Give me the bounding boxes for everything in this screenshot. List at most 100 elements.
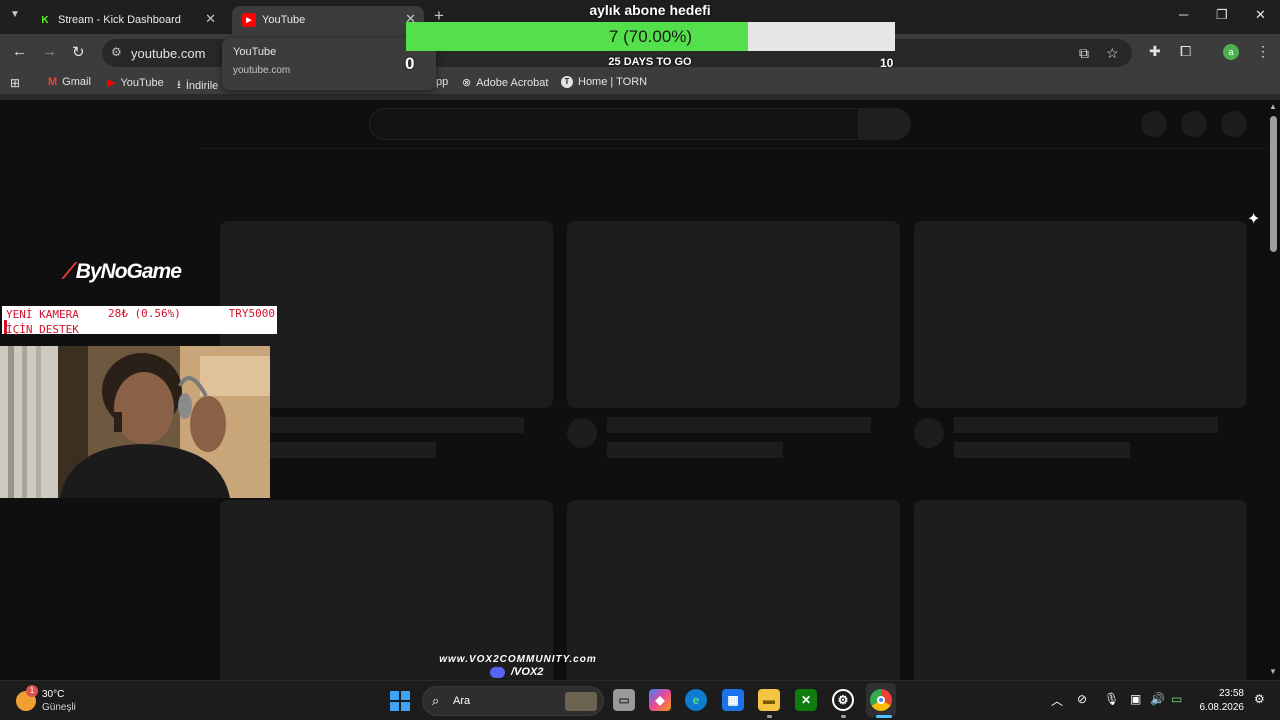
clock-date[interactable]: 6.08.2026 (1194, 702, 1245, 713)
volume-icon[interactable]: 🔊 (1150, 692, 1165, 706)
site-info-icon[interactable]: ⚙ (111, 45, 122, 59)
video-meta-placeholder (270, 442, 436, 458)
donation-goal-amount: 28₺ (0.56%) (108, 307, 181, 320)
taskbar-search[interactable]: ⌕ Ara (422, 686, 604, 716)
store-icon[interactable]: ▦ (722, 689, 744, 711)
webcam-feed (0, 346, 270, 498)
acrobat-icon: ⊗ (462, 77, 472, 89)
scroll-down-icon[interactable]: ▼ (1269, 667, 1277, 676)
torn-icon: T (561, 76, 573, 88)
reload-icon[interactable]: ↻ (72, 43, 85, 61)
install-app-icon[interactable]: ⧉ (1079, 45, 1089, 62)
bookmark-downloads[interactable]: ⭳ İndirile (177, 76, 218, 95)
profile-avatar[interactable]: a (1223, 44, 1239, 60)
minimize-icon[interactable]: ─ (1179, 7, 1188, 22)
bookmark-label: YouTube (120, 76, 164, 89)
tray-overflow-icon[interactable]: ︿ (1051, 692, 1063, 709)
windows-taskbar: 1 30°C Güneşli ⌕ Ara ▭ ◆ e ▦ ▬ ✕ ⚙ ︿ ⊘ 🎙… (0, 680, 1280, 720)
donation-goal-widget: YENİ KAMERA İÇİN DESTEK 28₺ (0.56%) TRY5… (2, 306, 277, 336)
search-icon: ⌕ (432, 693, 440, 708)
copilot-icon[interactable]: ◆ (649, 689, 671, 711)
network-icon[interactable]: ▣ (1130, 692, 1141, 706)
camera-off-icon[interactable]: ⊘ (1077, 692, 1087, 706)
windows-logo-icon (401, 691, 410, 700)
scroll-up-icon[interactable]: ▲ (1269, 102, 1277, 111)
microphone-icon[interactable]: 🎙 (1104, 692, 1119, 706)
bookmark-torn[interactable]: T Home | TORN (561, 76, 647, 88)
bookmark-adobe-acrobat[interactable]: ⊗ Adobe Acrobat (462, 76, 548, 90)
gmail-icon: M (48, 76, 58, 88)
youtube-icon: ▶ (242, 13, 256, 27)
brand-mark-icon: ⟋ (62, 260, 77, 283)
video-thumbnail-placeholder (567, 500, 900, 680)
donation-goal-target: TRY5000 (228, 307, 275, 320)
start-button[interactable] (390, 691, 410, 711)
tab-close-icon[interactable]: ✕ (205, 11, 216, 27)
video-thumbnail-placeholder (914, 221, 1247, 408)
tab-youtube[interactable]: ▶ YouTube ✕ (232, 6, 424, 34)
tab-search-chevron-icon[interactable]: ▼ (10, 9, 20, 20)
subscriber-goal-bar: 7 (70.00%) (406, 22, 895, 51)
scroll-thumb[interactable] (1270, 116, 1277, 252)
forward-icon[interactable]: → (42, 43, 57, 60)
notifications-icon[interactable]: ⚙ (1254, 692, 1265, 706)
more-menu-icon[interactable]: ⋮ (1256, 43, 1270, 60)
back-icon[interactable]: ← (12, 43, 27, 60)
search-button-placeholder[interactable] (859, 108, 911, 140)
weather-description[interactable]: Güneşli (42, 702, 76, 713)
video-thumbnail-placeholder (914, 500, 1247, 680)
extension-icon[interactable]: ✚ (1149, 43, 1161, 60)
tab-hover-card: YouTube youtube.com (222, 38, 436, 90)
clock-time[interactable]: 23:58 (1200, 688, 1244, 699)
search-label: Ara (453, 695, 471, 707)
bookmark-youtube[interactable]: ▶ YouTube (107, 76, 164, 90)
youtube-icon: ▶ (107, 77, 116, 89)
windows-logo-icon (401, 702, 410, 711)
webcam-image (0, 346, 270, 498)
subscriber-goal-title: aylık abone hedefi (589, 2, 711, 18)
window-close-icon[interactable]: ✕ (1255, 7, 1266, 23)
tab-label: Stream - Kick Dashboard (58, 14, 181, 26)
restore-icon[interactable]: ❐ (1216, 7, 1228, 23)
kick-icon: K (38, 13, 52, 27)
steam-icon[interactable]: ⚙ (832, 689, 854, 711)
video-thumbnail-placeholder (567, 221, 900, 408)
community-url: www.VOX2COMMUNITY.com (439, 654, 597, 665)
page-scrollbar[interactable]: ▲ ▼ (1268, 100, 1280, 680)
file-explorer-icon[interactable]: ▬ (758, 689, 780, 711)
bookmark-star-icon[interactable]: ☆ (1106, 45, 1119, 62)
xbox-icon[interactable]: ✕ (795, 689, 817, 711)
channel-avatar-placeholder (914, 418, 944, 448)
channel-avatar-placeholder (567, 418, 597, 448)
tab-kick-dashboard[interactable]: K Stream - Kick Dashboard ✕ (28, 6, 224, 34)
running-indicator (841, 715, 846, 718)
header-icon-placeholder (1141, 111, 1167, 137)
hover-card-url: youtube.com (233, 65, 291, 76)
download-icon: ⭳ (177, 79, 181, 91)
extensions-puzzle-icon[interactable]: ⧠ (1180, 43, 1191, 60)
tab-label: YouTube (262, 14, 306, 26)
search-input-placeholder[interactable] (369, 108, 859, 140)
apps-grid-icon[interactable]: ⊞ (10, 76, 20, 90)
bookmark-label: Gmail (62, 76, 91, 88)
chrome-icon[interactable] (870, 689, 892, 711)
windows-logo-icon (390, 702, 399, 711)
video-thumbnail-placeholder (220, 500, 553, 680)
running-indicator (876, 715, 892, 718)
brand-logo: ⟋ByNoGame (62, 260, 182, 284)
task-view-icon[interactable]: ▭ (613, 689, 635, 711)
sparkle-icon[interactable]: ✦ (1247, 209, 1260, 229)
bookmark-label: Home | TORN (578, 76, 648, 88)
bookmarks-bar: ⊞ M Gmail ▶ YouTube ⭳ İndirile pp ⊗ Adob… (0, 72, 1280, 94)
address-url[interactable]: youtube.com (131, 46, 205, 61)
edge-icon[interactable]: e (685, 689, 707, 711)
weather-temperature[interactable]: 30°C (42, 689, 64, 700)
header-icon-placeholder (1221, 111, 1247, 137)
bookmark-app[interactable]: pp (436, 76, 448, 88)
subscriber-goal-min: 0 (405, 54, 415, 73)
bookmark-gmail[interactable]: M Gmail (48, 76, 91, 88)
battery-icon[interactable]: ▭ (1171, 692, 1182, 706)
video-title-placeholder (954, 417, 1218, 433)
donation-goal-title: YENİ KAMERA İÇİN DESTEK (6, 308, 79, 336)
subscriber-goal-max: 10 (880, 56, 894, 70)
